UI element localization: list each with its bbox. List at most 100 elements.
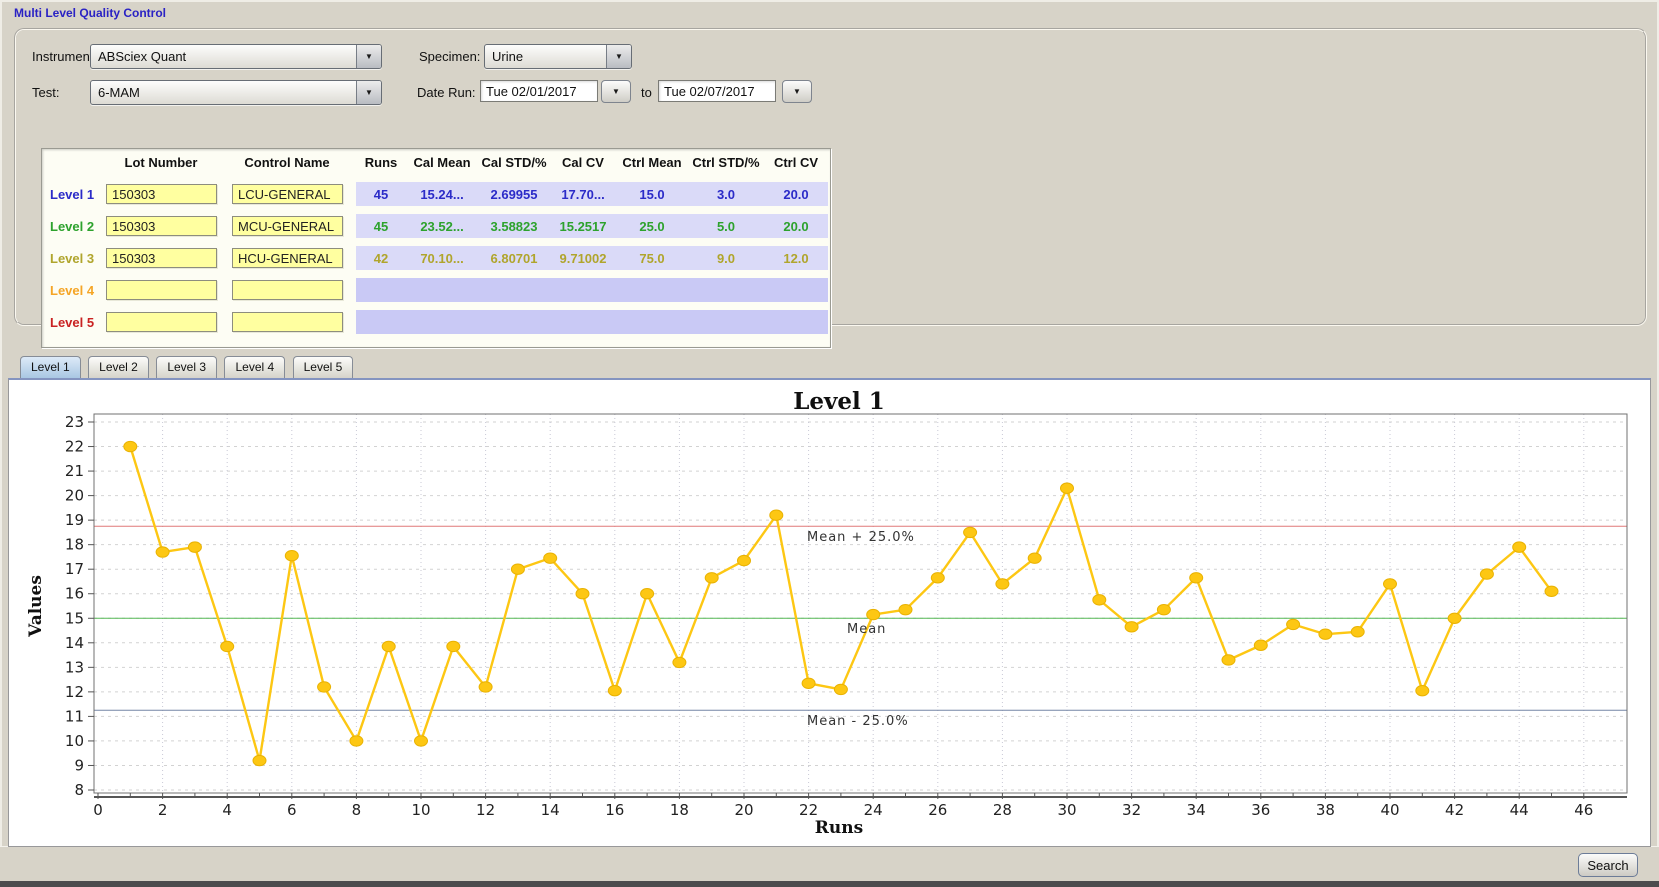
to-label: to	[641, 85, 652, 100]
tab-level-1[interactable]: Level 1	[20, 356, 81, 378]
chart-title: Level 1	[793, 388, 885, 415]
svg-text:8: 8	[74, 781, 84, 799]
level-label: Level 5	[50, 315, 95, 330]
y-axis-label: Values	[26, 575, 46, 638]
table-header-row: Lot Number Control Name Runs Cal Mean Ca…	[42, 155, 830, 175]
test-select[interactable]: 6-MAM ▼	[90, 80, 382, 105]
tab-level-4[interactable]: Level 4	[224, 356, 286, 378]
specimen-value: Urine	[492, 49, 524, 64]
instrument-select[interactable]: ABSciex Quant ▼	[90, 44, 382, 69]
multi-level-qc-window: { "window": { "title": "Multi Level Qual…	[0, 0, 1659, 887]
tab-level-3[interactable]: Level 3	[156, 356, 218, 378]
svg-text:8: 8	[352, 801, 362, 819]
svg-text:28: 28	[993, 801, 1012, 819]
svg-text:36: 36	[1251, 801, 1270, 819]
header-ctrl-cv: Ctrl CV	[773, 155, 819, 170]
table-row-level-1: Level 1 45 15.24... 2.69955 17.70... 15.…	[42, 181, 830, 209]
query-panel: Instrument: ABSciex Quant ▼ Specimen: Ur…	[14, 28, 1647, 348]
runs-value: 45	[373, 186, 389, 202]
svg-text:19: 19	[65, 511, 84, 529]
control-name-field[interactable]	[232, 248, 343, 268]
specimen-label: Specimen:	[419, 49, 481, 64]
svg-text:18: 18	[670, 801, 689, 819]
header-cal-cv: Cal CV	[562, 155, 604, 170]
ctrl-cv-value: 20.0	[783, 218, 809, 234]
date-from-field[interactable]	[480, 80, 598, 102]
chevron-down-icon[interactable]: ▼	[356, 45, 381, 68]
date-to-field[interactable]	[658, 80, 776, 102]
svg-text:32: 32	[1122, 801, 1141, 819]
table-row-level-2: Level 2 45 23.52... 3.58823 15.2517 25.0…	[42, 213, 830, 241]
svg-text:21: 21	[65, 462, 84, 480]
svg-text:18: 18	[65, 536, 84, 554]
table-row-level-3: Level 3 42 70.10... 6.80701 9.71002 75.0…	[42, 245, 830, 273]
control-name-field[interactable]	[232, 216, 343, 236]
svg-text:2: 2	[158, 801, 168, 819]
svg-text:6: 6	[287, 801, 297, 819]
table-row-level-4: Level 4	[42, 277, 830, 305]
table-row-level-5: Level 5	[42, 309, 830, 337]
cal-mean-value: 23.52...	[420, 218, 464, 234]
cal-cv-value: 17.70...	[561, 186, 605, 202]
test-label: Test:	[32, 85, 60, 100]
specimen-select[interactable]: Urine ▼	[484, 44, 632, 69]
instrument-label: Instrument:	[32, 49, 98, 64]
search-button[interactable]: Search	[1578, 853, 1638, 877]
header-control-name: Control Name	[244, 155, 330, 170]
date-from-dropdown-button[interactable]: ▼	[601, 80, 631, 103]
cal-std-value: 6.80701	[490, 250, 538, 266]
svg-text:24: 24	[864, 801, 883, 819]
svg-text:20: 20	[65, 487, 84, 505]
svg-text:17: 17	[65, 560, 84, 578]
stats-strip	[356, 278, 828, 302]
svg-text:11: 11	[65, 707, 84, 725]
ctrl-mean-value: 75.0	[639, 250, 665, 266]
ref-label-mean-minus: Mean - 25.0%	[807, 714, 909, 729]
stats-strip: 45 23.52... 3.58823 15.2517 25.0 5.0 20.…	[356, 214, 828, 238]
date-to-dropdown-button[interactable]: ▼	[782, 80, 812, 103]
qc-line-chart: 8910111213141516171819202122230 2 4 6 8 10 12 1…	[26, 388, 1628, 838]
date-run-label: Date Run:	[417, 85, 476, 100]
control-name-field[interactable]	[232, 280, 343, 300]
level-label: Level 4	[50, 283, 95, 298]
ctrl-mean-value: 15.0	[639, 186, 665, 202]
instrument-value: ABSciex Quant	[98, 49, 187, 64]
window-bottom-edge	[0, 881, 1659, 887]
ref-label-mean: Mean	[847, 622, 886, 637]
level-tabstrip: Level 1 Level 2 Level 3 Level 4 Level 5	[20, 356, 356, 378]
svg-text:0: 0	[93, 801, 103, 819]
test-value: 6-MAM	[98, 85, 140, 100]
qc-levels-table: Lot Number Control Name Runs Cal Mean Ca…	[41, 148, 831, 348]
svg-text:10: 10	[65, 732, 84, 750]
svg-text:4: 4	[222, 801, 232, 819]
svg-text:26: 26	[928, 801, 947, 819]
svg-text:42: 42	[1445, 801, 1464, 819]
control-name-field[interactable]	[232, 184, 343, 204]
stats-strip: 42 70.10... 6.80701 9.71002 75.0 9.0 12.…	[356, 246, 828, 270]
level-label: Level 2	[50, 219, 95, 234]
lot-number-field[interactable]	[106, 312, 217, 332]
tab-level-2[interactable]: Level 2	[88, 356, 149, 378]
chevron-down-icon[interactable]: ▼	[606, 45, 631, 68]
lot-number-field[interactable]	[106, 184, 217, 204]
svg-text:23: 23	[65, 413, 84, 431]
svg-text:12: 12	[65, 683, 84, 701]
x-axis-label: Runs	[815, 818, 863, 838]
lot-number-field[interactable]	[106, 216, 217, 236]
lot-number-field[interactable]	[106, 280, 217, 300]
ctrl-cv-value: 12.0	[783, 250, 809, 266]
runs-value: 45	[373, 218, 389, 234]
cal-cv-value: 9.71002	[559, 250, 607, 266]
control-name-field[interactable]	[232, 312, 343, 332]
ctrl-cv-value: 20.0	[783, 186, 809, 202]
bottom-action-bar: Search	[0, 846, 1659, 882]
tab-level-5[interactable]: Level 5	[292, 356, 354, 378]
chevron-down-icon[interactable]: ▼	[356, 81, 381, 104]
lot-number-field[interactable]	[106, 248, 217, 268]
svg-text:16: 16	[605, 801, 624, 819]
ctrl-mean-value: 25.0	[639, 218, 665, 234]
svg-text:38: 38	[1316, 801, 1335, 819]
header-ctrl-mean: Ctrl Mean	[622, 155, 682, 170]
chevron-down-icon: ▼	[612, 87, 620, 96]
svg-text:12: 12	[476, 801, 495, 819]
